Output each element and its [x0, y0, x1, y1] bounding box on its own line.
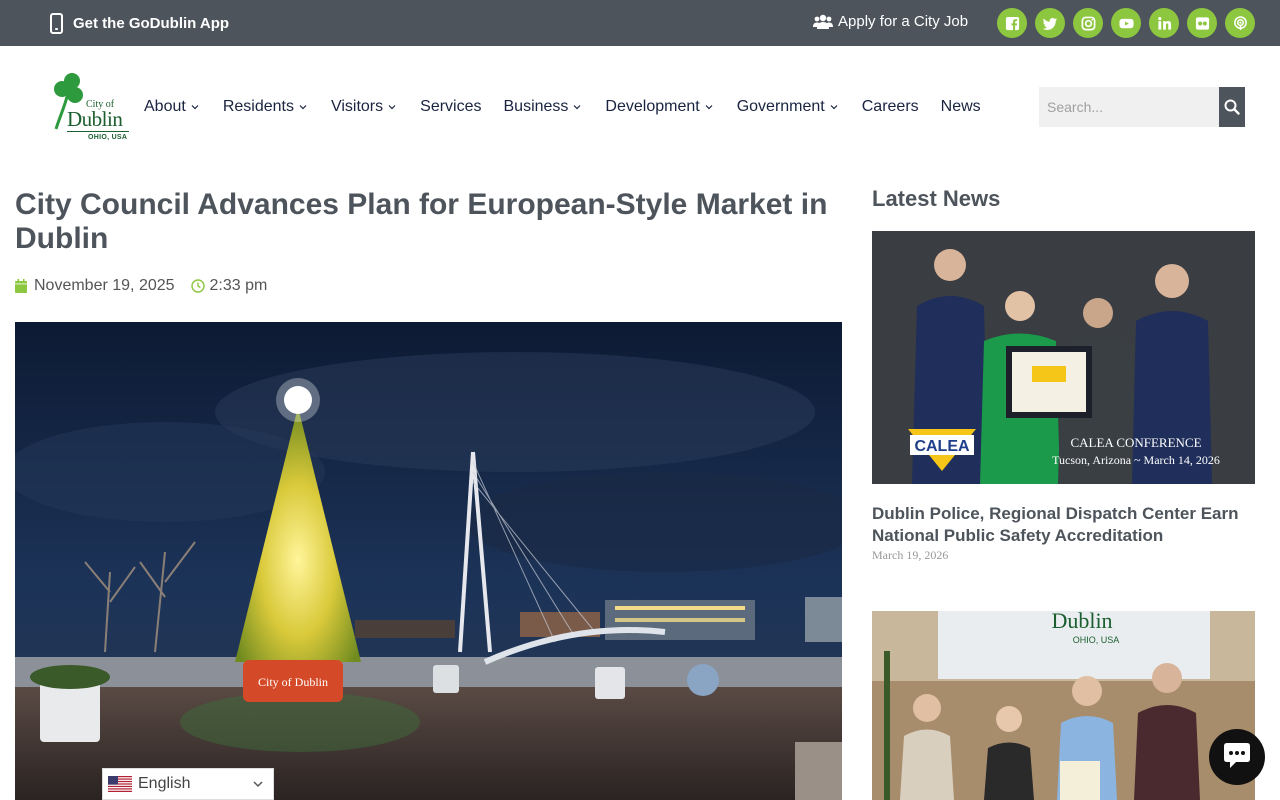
main-navigation: About Residents Visitors Services Busine… [144, 96, 981, 118]
article-meta: November 19, 2025 2:33 pm [15, 277, 267, 295]
search-icon [1224, 99, 1240, 115]
chevron-down-icon [705, 104, 713, 109]
get-app-link[interactable]: Get the GoDublin App [50, 12, 229, 34]
youtube-icon[interactable] [1111, 8, 1141, 38]
clock-icon [190, 279, 205, 293]
nav-label: Government [736, 98, 825, 115]
news-image-council[interactable]: Dublin OHIO, USA [872, 611, 1255, 800]
article-time: 2:33 pm [209, 277, 268, 294]
mobile-phone-icon [50, 12, 63, 34]
city-of-dublin-logo[interactable]: City of Dublin OHIO, USA [48, 71, 132, 146]
nav-item-business[interactable]: Business [504, 98, 582, 116]
search-input[interactable] [1039, 87, 1219, 127]
calea-caption-line1: CALEA CONFERENCE [1070, 435, 1201, 450]
article-hero-image: City of Dublin [15, 322, 842, 800]
article-title: City Council Advances Plan for European-… [15, 188, 828, 255]
news-title-accreditation[interactable]: Dublin Police, Regional Dispatch Center … [872, 503, 1255, 547]
logo-ohio-text: OHIO, USA [88, 134, 128, 141]
calendar-icon [15, 279, 27, 293]
nav-label: Development [605, 98, 700, 115]
social-links [997, 8, 1255, 38]
chevron-down-icon [573, 104, 581, 109]
podcast-icon[interactable] [1225, 8, 1255, 38]
nav-item-about[interactable]: About [144, 98, 199, 116]
search-button[interactable] [1219, 87, 1245, 127]
nav-label: Visitors [330, 98, 384, 115]
nav-item-residents[interactable]: Residents [223, 98, 307, 116]
nav-label: Careers [861, 98, 919, 115]
logo-divider [67, 131, 129, 132]
planter-logo-text: City of Dublin [258, 675, 328, 689]
nav-item-visitors[interactable]: Visitors [331, 98, 396, 116]
news-image-accreditation[interactable]: CALEA CALEA CONFERENCE Tucson, Arizona ~… [872, 231, 1255, 484]
apply-job-link[interactable]: Apply for a City Job [813, 13, 968, 30]
chevron-down-icon [388, 104, 396, 109]
language-selector[interactable]: English [102, 768, 274, 800]
get-app-label: Get the GoDublin App [73, 14, 230, 32]
nav-item-careers[interactable]: Careers [862, 98, 919, 116]
screen-ohio-text: OHIO, USA [1073, 635, 1120, 645]
nav-item-development[interactable]: Development [605, 98, 713, 116]
chat-icon [1224, 743, 1250, 768]
chevron-down-icon [299, 104, 307, 109]
twitter-icon[interactable] [1035, 8, 1065, 38]
nav-label: Business [503, 98, 569, 115]
article-date: November 19, 2025 [34, 277, 175, 294]
chat-button[interactable] [1209, 729, 1265, 785]
calea-badge-text: CALEA [914, 438, 970, 455]
nav-item-government[interactable]: Government [737, 98, 838, 116]
language-label: English [138, 775, 191, 792]
nav-label: Services [420, 98, 482, 115]
us-flag-icon [108, 776, 132, 792]
linkedin-icon[interactable] [1149, 8, 1179, 38]
top-bar: Get the GoDublin App Apply for a City Jo… [0, 0, 1280, 46]
nav-item-services[interactable]: Services [420, 98, 481, 116]
calea-caption-line2: Tucson, Arizona ~ March 14, 2026 [1052, 453, 1220, 467]
apply-job-label: Apply for a City Job [838, 13, 969, 30]
nav-label: Residents [222, 98, 294, 115]
latest-news-heading: Latest News [872, 186, 1001, 211]
instagram-icon[interactable] [1073, 8, 1103, 38]
nav-item-news[interactable]: News [941, 98, 981, 116]
users-icon [813, 14, 833, 29]
facebook-icon[interactable] [997, 8, 1027, 38]
nav-label: About [144, 98, 186, 115]
nav-label: News [940, 98, 981, 115]
chevron-down-icon [253, 781, 263, 788]
chevron-down-icon [830, 104, 838, 109]
site-header: City of Dublin OHIO, USA About Residents… [0, 46, 1280, 166]
chevron-down-icon [191, 104, 199, 109]
logo-dublin-text: Dublin [67, 107, 123, 131]
news-date-accreditation: March 19, 2026 [872, 548, 949, 562]
flickr-icon[interactable] [1187, 8, 1217, 38]
screen-dublin-text: Dublin [1051, 611, 1112, 633]
